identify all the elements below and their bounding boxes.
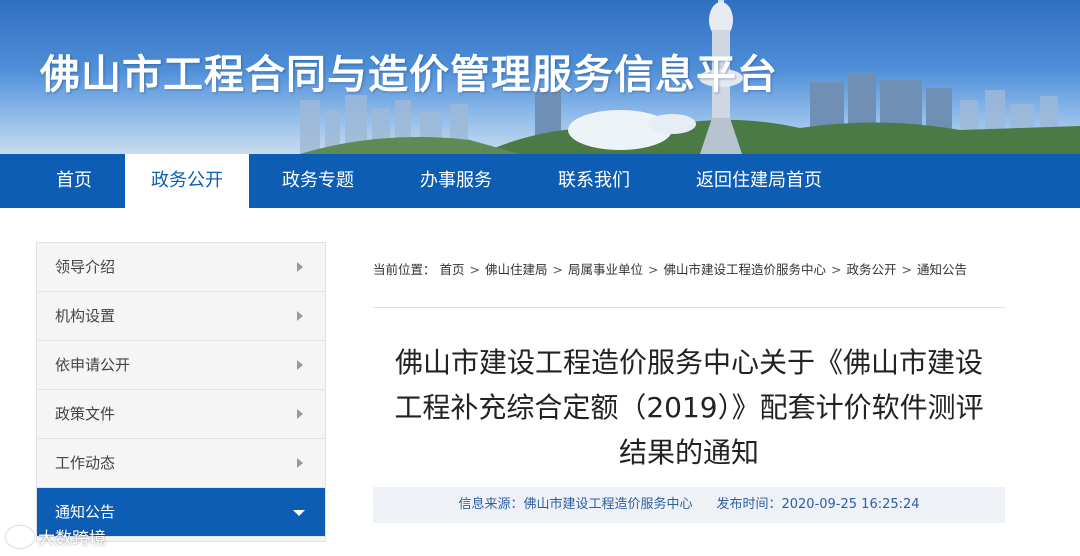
breadcrumb-separator: > [552,262,563,277]
breadcrumb-link-notices[interactable]: 通知公告 [917,262,967,277]
watermark-logo-icon [6,525,34,548]
nav-item-government-affairs[interactable]: 政务公开 [125,154,249,208]
nav-item-home[interactable]: 首页 [0,154,125,208]
chevron-right-icon [297,409,303,419]
article-source: 信息来源：佛山市建设工程造价服务中心 [458,487,692,523]
breadcrumb: 当前位置： 首页 > 佛山住建局 > 局属事业单位 > 佛山市建设工程造价服务中心 > 政务公开… [373,262,1003,278]
watermark: 大数跨境 [6,524,106,549]
sidebar-item-label: 依申请公开 [55,356,131,374]
sidebar-item-label: 政策文件 [55,405,116,423]
chevron-right-icon [297,458,303,468]
breadcrumb-link-affiliated-units[interactable]: 局属事业单位 [568,262,643,277]
chevron-right-icon [297,360,303,370]
time-value: 2020-09-25 16:25:24 [781,497,920,512]
sidebar-item-label: 工作动态 [55,454,116,472]
article-meta-bar: 信息来源：佛山市建设工程造价服务中心 发布时间：2020-09-25 16:25… [373,487,1005,523]
watermark-text: 大数跨境 [38,529,106,549]
site-title: 佛山市工程合同与造价管理服务信息平台 [40,52,778,98]
nav-item-services[interactable]: 办事服务 [387,154,525,208]
sidebar: 领导介绍 机构设置 依申请公开 政策文件 工作动态 通知公告 [36,242,326,542]
main-nav: 首页 政务公开 政务专题 办事服务 联系我们 返回住建局首页 [0,154,1080,208]
breadcrumb-lead: 当前位置： [373,262,436,277]
sidebar-item-label: 领导介绍 [55,258,116,276]
sidebar-item-organization[interactable]: 机构设置 [37,292,325,341]
article-title-line: 佛山市建设工程造价服务中心关于《佛山市建设 [394,346,983,379]
sidebar-item-leaders[interactable]: 领导介绍 [37,243,325,292]
sidebar-item-policy-documents[interactable]: 政策文件 [37,390,325,439]
nav-item-topics[interactable]: 政务专题 [249,154,387,208]
time-label: 发布时间： [716,497,782,512]
breadcrumb-separator: > [831,262,842,277]
breadcrumb-link-home[interactable]: 首页 [440,262,465,277]
article-publish-time: 发布时间：2020-09-25 16:25:24 [716,487,919,523]
nav-item-contact[interactable]: 联系我们 [525,154,663,208]
breadcrumb-link-government-affairs[interactable]: 政务公开 [847,262,897,277]
sidebar-item-work-news[interactable]: 工作动态 [37,439,325,488]
breadcrumb-separator: > [901,262,912,277]
source-value: 佛山市建设工程造价服务中心 [523,497,693,512]
article-title-line: 结果的通知 [618,436,759,469]
sidebar-item-label: 通知公告 [55,503,116,521]
chevron-right-icon [297,262,303,272]
breadcrumb-divider [373,307,1005,308]
sidebar-item-label: 机构设置 [55,307,116,325]
breadcrumb-separator: > [469,262,480,277]
article-title: 佛山市建设工程造价服务中心关于《佛山市建设 工程补充综合定额（2019）》配套计… [366,340,1012,475]
nav-item-back-to-bureau[interactable]: 返回住建局首页 [663,154,855,208]
header-banner: 佛山市工程合同与造价管理服务信息平台 [0,0,1080,154]
breadcrumb-link-bureau[interactable]: 佛山住建局 [485,262,548,277]
sidebar-item-disclosure-on-request[interactable]: 依申请公开 [37,341,325,390]
source-label: 信息来源： [458,497,524,512]
breadcrumb-separator: > [648,262,659,277]
article-title-line: 工程补充综合定额（2019）》配套计价软件测评 [394,391,984,424]
chevron-right-icon [297,311,303,321]
chevron-down-icon [293,510,305,516]
breadcrumb-link-cost-center[interactable]: 佛山市建设工程造价服务中心 [664,262,827,277]
